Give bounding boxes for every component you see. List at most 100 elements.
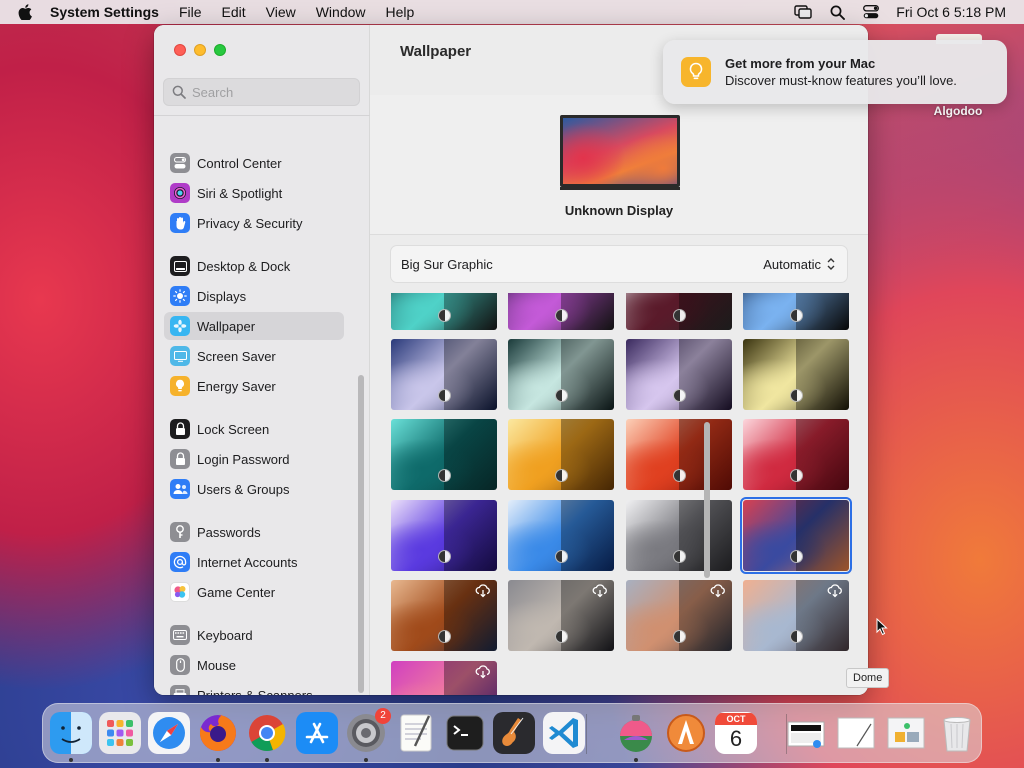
wallpaper-thumbnail[interactable] <box>626 500 732 571</box>
dock-garageband-icon[interactable] <box>493 712 535 754</box>
sidebar-item-passwords[interactable]: Passwords <box>164 518 344 546</box>
dynamic-wallpaper-icon <box>438 389 451 402</box>
dock-algodoo-icon[interactable] <box>665 712 707 754</box>
sidebar-scrollbar[interactable] <box>358 375 364 693</box>
cloud-download-icon[interactable] <box>710 584 726 598</box>
wallpaper-thumbnail[interactable] <box>508 580 614 651</box>
dock-terminal-icon[interactable] <box>444 712 486 754</box>
sidebar-item-siri-and-spotlight[interactable]: Siri & Spotlight <box>164 179 344 207</box>
apple-menu-icon[interactable] <box>18 4 34 20</box>
sidebar-item-label: Passwords <box>197 524 261 540</box>
wallpaper-thumbnail[interactable] <box>626 293 732 330</box>
dock-trash-icon[interactable] <box>936 712 978 754</box>
cloud-download-icon[interactable] <box>475 584 491 598</box>
minimize-window-button[interactable] <box>194 44 206 56</box>
display-preview-area: Unknown Display <box>370 95 868 235</box>
wallpaper-thumbnail[interactable] <box>743 339 849 410</box>
sidebar-item-lock-screen[interactable]: Lock Screen <box>164 415 344 443</box>
dock-screenshot-file-icon[interactable] <box>785 712 827 754</box>
wallpaper-thumbnail[interactable] <box>626 580 732 651</box>
sidebar-item-wallpaper[interactable]: Wallpaper <box>164 312 344 340</box>
flower-icon <box>170 316 190 336</box>
menu-edit[interactable]: Edit <box>222 4 246 20</box>
wallpaper-thumbnail[interactable] <box>391 580 497 651</box>
sidebar-item-login-password[interactable]: Login Password <box>164 445 344 473</box>
sidebar-item-mouse[interactable]: Mouse <box>164 651 344 679</box>
dock-finder-icon[interactable] <box>50 712 92 754</box>
dock-safari-icon[interactable] <box>148 712 190 754</box>
wallpaper-thumbnail[interactable] <box>508 293 614 330</box>
menu-app-name[interactable]: System Settings <box>50 4 159 20</box>
sidebar-item-game-center[interactable]: Game Center <box>164 578 344 606</box>
wallpaper-thumbnail[interactable] <box>391 419 497 490</box>
menu-clock[interactable]: Fri Oct 6 5:18 PM <box>896 4 1006 20</box>
dock-vscode-icon[interactable] <box>543 712 585 754</box>
wallpaper-thumbnail[interactable] <box>391 661 497 695</box>
search-input[interactable] <box>192 84 352 100</box>
sidebar-search[interactable] <box>163 78 360 106</box>
menu-window[interactable]: Window <box>316 4 366 20</box>
wallpaper-grid <box>370 293 868 695</box>
sidebar-item-label: Screen Saver <box>197 348 276 364</box>
calendar-day: 6 <box>729 726 743 751</box>
wallpaper-thumbnail[interactable] <box>508 419 614 490</box>
dock-calendar-icon[interactable]: OCT 6 <box>715 712 757 754</box>
wallpaper-thumbnail[interactable] <box>508 339 614 410</box>
sidebar-list: Control Center Siri & Spotlight Privacy & … <box>154 115 370 695</box>
dock-big-sur-installer-icon[interactable] <box>615 712 657 754</box>
dock-launchpad-icon[interactable] <box>99 712 141 754</box>
dock-notification-badge: 2 <box>375 708 391 724</box>
sidebar-item-desktop-and-dock[interactable]: Desktop & Dock <box>164 252 344 280</box>
close-window-button[interactable] <box>174 44 186 56</box>
wallpaper-thumbnail[interactable] <box>626 419 732 490</box>
sidebar-item-screen-saver[interactable]: Screen Saver <box>164 342 344 370</box>
zoom-window-button[interactable] <box>214 44 226 56</box>
cloud-download-icon[interactable] <box>827 584 843 598</box>
spotlight-search-icon[interactable] <box>828 4 846 20</box>
cloud-download-icon[interactable] <box>475 665 491 679</box>
cloud-download-icon[interactable] <box>592 584 608 598</box>
wallpaper-thumbnail[interactable] <box>743 293 849 330</box>
wallpaper-thumbnail[interactable] <box>391 293 497 330</box>
menu-file[interactable]: File <box>179 4 202 20</box>
sidebar-item-displays[interactable]: Displays <box>164 282 344 310</box>
wallpaper-thumbnail[interactable] <box>740 497 852 574</box>
sidebar-item-printers-and-scanners[interactable]: Printers & Scanners <box>164 681 344 695</box>
dock-app-store-icon[interactable] <box>296 712 338 754</box>
sidebar-item-keyboard[interactable]: Keyboard <box>164 621 344 649</box>
dock-preview-file-icon[interactable] <box>885 712 927 754</box>
dock-textedit-icon[interactable] <box>395 712 437 754</box>
wallpaper-grid-scrollbar[interactable] <box>704 422 710 578</box>
screen-mirroring-icon[interactable] <box>794 4 812 20</box>
sidebar-item-privacy-and-security[interactable]: Privacy & Security <box>164 209 344 237</box>
dynamic-wallpaper-icon <box>555 469 568 482</box>
wallpaper-thumbnail[interactable] <box>743 419 849 490</box>
sidebar-item-users-and-groups[interactable]: Users & Groups <box>164 475 344 503</box>
wallpaper-thumbnail[interactable] <box>626 339 732 410</box>
sidebar: Control Center Siri & Spotlight Privacy & … <box>154 25 370 695</box>
dock-firefox-icon[interactable] <box>197 712 239 754</box>
sidebar-item-control-center[interactable]: Control Center <box>164 149 344 177</box>
sidebar-item-internet-accounts[interactable]: Internet Accounts <box>164 548 344 576</box>
desktop-icon-label[interactable]: Algodoo <box>928 104 988 118</box>
bulb-icon <box>170 376 190 396</box>
wallpaper-thumbnail[interactable] <box>743 580 849 651</box>
dock-chrome-icon[interactable] <box>246 712 288 754</box>
dynamic-wallpaper-icon <box>555 630 568 643</box>
notification-body: Discover must-know features you’ll love. <box>725 73 957 88</box>
menu-view[interactable]: View <box>266 4 296 20</box>
lock-icon <box>170 449 190 469</box>
menu-help[interactable]: Help <box>386 4 415 20</box>
sidebar-item-label: Wallpaper <box>197 318 256 334</box>
dock-document-file-icon[interactable] <box>835 712 877 754</box>
wallpaper-thumbnail[interactable] <box>391 339 497 410</box>
wallpaper-style-row: Big Sur Graphic Automatic <box>390 245 848 283</box>
control-center-menu-icon[interactable] <box>862 4 880 20</box>
sidebar-item-energy-saver[interactable]: Energy Saver <box>164 372 344 400</box>
wallpaper-thumbnail[interactable] <box>508 500 614 571</box>
notification-banner[interactable]: Get more from your Mac Discover must-kno… <box>663 40 1007 104</box>
sidebar-item-label: Login Password <box>197 451 290 467</box>
appearance-popup-button[interactable]: Automatic <box>763 256 837 272</box>
wallpaper-name: Big Sur Graphic <box>401 256 493 272</box>
wallpaper-thumbnail[interactable] <box>391 500 497 571</box>
